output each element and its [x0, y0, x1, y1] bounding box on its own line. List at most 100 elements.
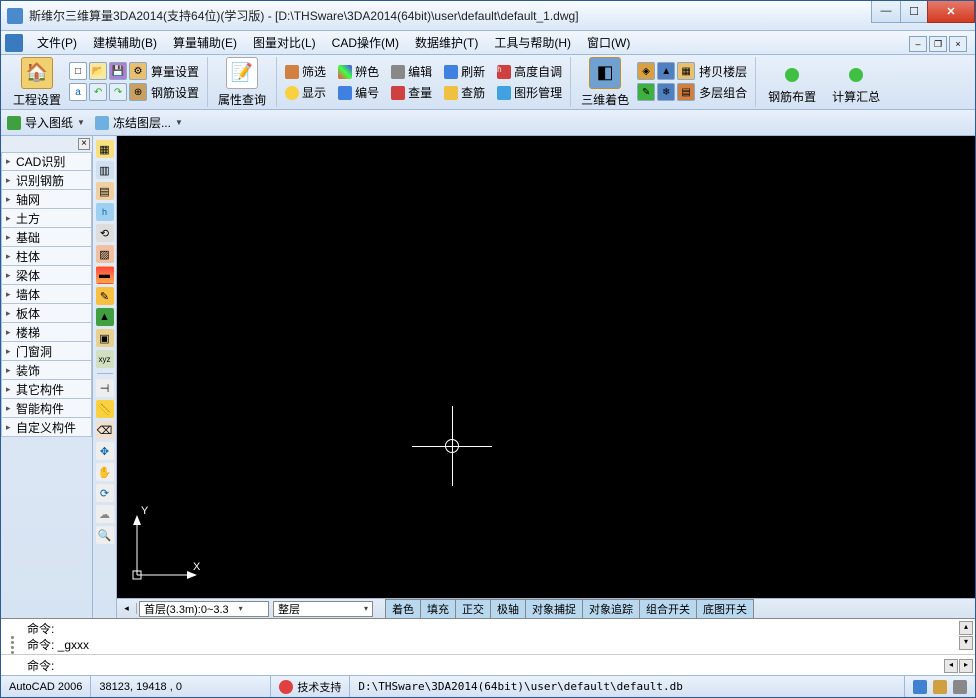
- vtool-measure[interactable]: 📏: [96, 400, 114, 418]
- 3d-shade-button[interactable]: ◧ 三维着色: [575, 55, 635, 110]
- minimize-button[interactable]: —: [871, 1, 901, 23]
- quantity-settings-button[interactable]: 算量设置: [149, 62, 201, 81]
- undo-icon[interactable]: ↶: [89, 83, 107, 101]
- display-button[interactable]: 显示: [283, 83, 328, 102]
- tool6-icon[interactable]: ▤: [677, 83, 695, 101]
- graphics-mgmt-button[interactable]: 图形管理: [495, 83, 564, 102]
- floor-select[interactable]: 首层(3.3m):0~3.3▾: [139, 601, 269, 617]
- grip-handle[interactable]: [5, 623, 19, 667]
- refresh-button[interactable]: 刷新: [442, 62, 487, 81]
- tree-item-decoration[interactable]: ▸装饰: [1, 361, 92, 380]
- vtool-move[interactable]: ✥: [96, 442, 114, 460]
- toggle-fill[interactable]: 填充: [421, 599, 456, 619]
- cmd-next-button[interactable]: ▸: [959, 659, 973, 673]
- tree-item-earth[interactable]: ▸土方: [1, 209, 92, 228]
- scroll-left-button[interactable]: ◂: [117, 603, 137, 614]
- copy-floor-button[interactable]: 拷贝楼层: [697, 62, 749, 81]
- vtool-rotate[interactable]: ⟳: [96, 484, 114, 502]
- vtool-cloud[interactable]: ☁: [96, 505, 114, 523]
- toggle-group[interactable]: 组合开关: [640, 599, 697, 619]
- vtool-dim[interactable]: ⊣: [96, 379, 114, 397]
- tool1-icon[interactable]: ◈: [637, 62, 655, 80]
- vtool-8[interactable]: ✎: [96, 287, 114, 305]
- toggle-basemap[interactable]: 底图开关: [697, 599, 754, 619]
- rebar-layout-button[interactable]: 钢筋布置: [760, 58, 824, 107]
- vtool-erase[interactable]: ⌫: [96, 421, 114, 439]
- save-icon[interactable]: 💾: [109, 62, 127, 80]
- maximize-button[interactable]: ☐: [900, 1, 928, 23]
- menu-cad[interactable]: CAD操作(M): [324, 31, 407, 54]
- tree-item-custom[interactable]: ▸自定义构件: [1, 418, 92, 437]
- tool4-icon[interactable]: ✎: [637, 83, 655, 101]
- redo-icon[interactable]: ↷: [109, 83, 127, 101]
- layer-select[interactable]: 整层▾: [273, 601, 373, 617]
- menu-tools[interactable]: 工具与帮助(H): [486, 31, 579, 54]
- tree-item-beam[interactable]: ▸梁体: [1, 266, 92, 285]
- vtool-9[interactable]: ▲: [96, 308, 114, 326]
- command-input[interactable]: [58, 658, 973, 672]
- toggle-ortho[interactable]: 正交: [456, 599, 491, 619]
- tool5-icon[interactable]: ❄: [657, 83, 675, 101]
- vtool-4[interactable]: h: [96, 203, 114, 221]
- vtool-7[interactable]: ▬: [96, 266, 114, 284]
- vtool-2[interactable]: ▥: [96, 161, 114, 179]
- settings-icon[interactable]: ⚙: [129, 62, 147, 80]
- status-icon-3[interactable]: [953, 680, 967, 694]
- vtool-pan[interactable]: ✋: [96, 463, 114, 481]
- tree-item-smart[interactable]: ▸智能构件: [1, 399, 92, 418]
- toggle-polar[interactable]: 极轴: [491, 599, 526, 619]
- drawing-viewport[interactable]: Y X: [117, 136, 975, 598]
- check-qty-button[interactable]: 查量: [389, 83, 434, 102]
- close-button[interactable]: ✕: [927, 1, 975, 23]
- vtool-3[interactable]: ▤: [96, 182, 114, 200]
- color-button[interactable]: 辨色: [336, 62, 381, 81]
- status-icon-1[interactable]: [913, 680, 927, 694]
- calc-summary-button[interactable]: 计算汇总: [824, 58, 888, 107]
- scroll-down-button[interactable]: ▾: [959, 636, 973, 650]
- property-query-button[interactable]: 📝 属性查询: [212, 55, 272, 110]
- menu-quantity[interactable]: 算量辅助(E): [165, 31, 245, 54]
- mdi-minimize[interactable]: –: [909, 36, 927, 52]
- edit-button[interactable]: 编辑: [389, 62, 434, 81]
- logo-icon[interactable]: [5, 34, 23, 52]
- filter-button[interactable]: 筛选: [283, 62, 328, 81]
- multi-layer-button[interactable]: 多层组合: [697, 83, 749, 102]
- cmd-prev-button[interactable]: ◂: [944, 659, 958, 673]
- vtool-6[interactable]: ▨: [96, 245, 114, 263]
- menu-data[interactable]: 数据维护(T): [407, 31, 486, 54]
- tree-item-column[interactable]: ▸柱体: [1, 247, 92, 266]
- number-button[interactable]: 编号: [336, 83, 381, 102]
- open-icon[interactable]: 📂: [89, 62, 107, 80]
- rebar-icon[interactable]: ⊕: [129, 83, 147, 101]
- vtool-5[interactable]: ⟲: [96, 224, 114, 242]
- import-drawing-button[interactable]: 导入图纸 ▼: [7, 114, 85, 131]
- menu-compare[interactable]: 图量对比(L): [245, 31, 324, 54]
- tool3-icon[interactable]: ▦: [677, 62, 695, 80]
- tree-item-stair[interactable]: ▸楼梯: [1, 323, 92, 342]
- vtool-1[interactable]: ▦: [96, 140, 114, 158]
- menu-file[interactable]: 文件(P): [29, 31, 85, 54]
- tree-item-wall[interactable]: ▸墙体: [1, 285, 92, 304]
- panel-close-button[interactable]: ×: [78, 138, 90, 150]
- tree-item-other[interactable]: ▸其它构件: [1, 380, 92, 399]
- new-icon[interactable]: □: [69, 62, 87, 80]
- vtool-10[interactable]: ▣: [96, 329, 114, 347]
- mdi-close[interactable]: ×: [949, 36, 967, 52]
- menu-window[interactable]: 窗口(W): [579, 31, 638, 54]
- menu-model[interactable]: 建模辅助(B): [85, 31, 165, 54]
- mdi-restore[interactable]: ❐: [929, 36, 947, 52]
- tool2-icon[interactable]: ▲: [657, 62, 675, 80]
- status-support[interactable]: 技术支持: [271, 676, 350, 697]
- tree-item-cad[interactable]: ▸CAD识别: [1, 152, 92, 171]
- height-button[interactable]: h高度自调: [495, 62, 564, 81]
- vtool-zoom[interactable]: 🔍: [96, 526, 114, 544]
- tree-item-axis[interactable]: ▸轴网: [1, 190, 92, 209]
- tree-item-slab[interactable]: ▸板体: [1, 304, 92, 323]
- toggle-shade[interactable]: 着色: [385, 599, 421, 619]
- toggle-osnap[interactable]: 对象捕捉: [526, 599, 583, 619]
- a-icon[interactable]: a: [69, 83, 87, 101]
- rebar-settings-button[interactable]: 钢筋设置: [149, 83, 201, 102]
- scroll-up-button[interactable]: ▴: [959, 621, 973, 635]
- status-icon-2[interactable]: [933, 680, 947, 694]
- tree-item-door[interactable]: ▸门窗洞: [1, 342, 92, 361]
